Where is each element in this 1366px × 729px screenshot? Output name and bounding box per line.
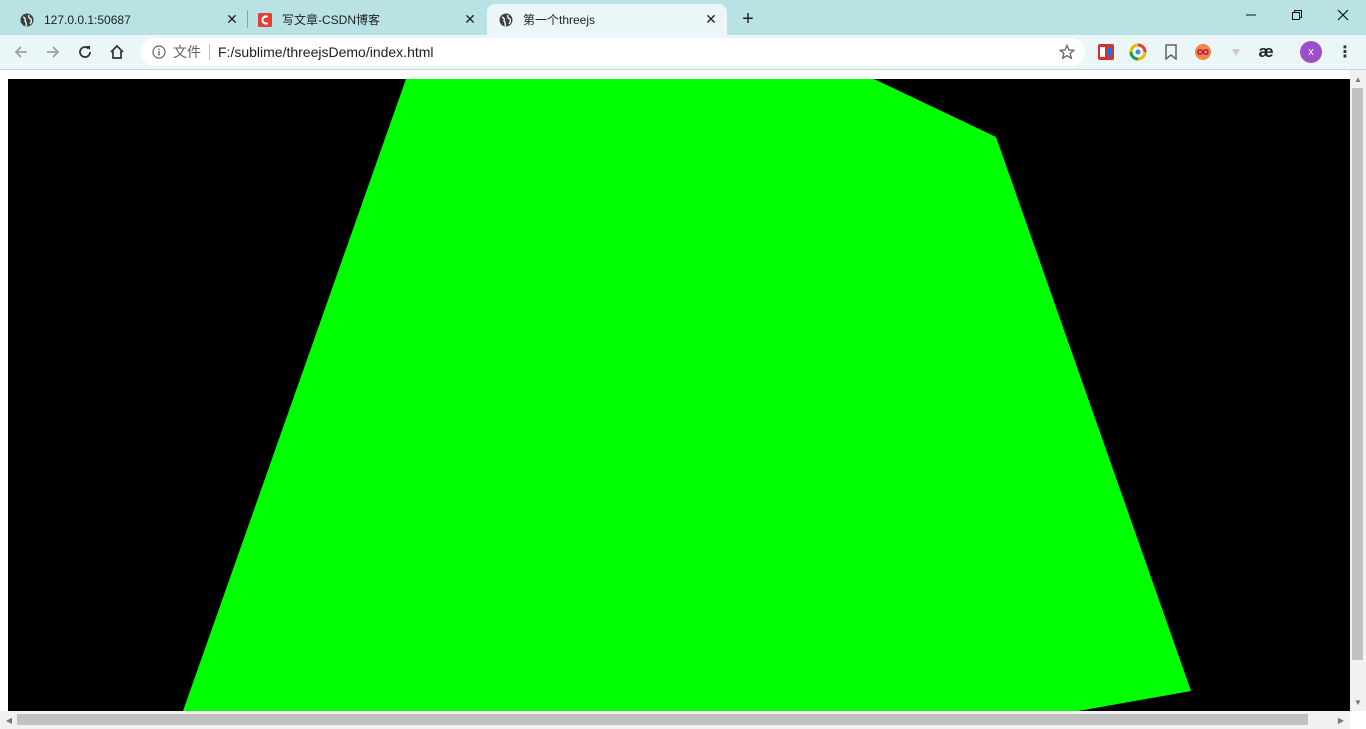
scroll-up-icon[interactable]: ▲ [1351, 72, 1365, 86]
color-wheel-icon[interactable] [1129, 43, 1147, 61]
tab-title: 写文章-CSDN博客 [282, 13, 380, 27]
divider [209, 44, 210, 60]
tab-csdn[interactable]: 写文章-CSDN博客 ✕ [248, 4, 486, 35]
green-cube-mesh [183, 79, 1191, 711]
horizontal-scrollbar[interactable]: ◀ ▶ [0, 711, 1350, 729]
globe-icon [20, 13, 34, 27]
arrow-left-icon [14, 46, 27, 58]
threejs-canvas[interactable] [8, 79, 1350, 711]
forward-button[interactable] [40, 39, 66, 65]
minimize-button[interactable] [1228, 0, 1274, 30]
info-icon[interactable] [151, 44, 167, 60]
horizontal-scroll-thumb[interactable] [17, 714, 1308, 725]
profile-avatar[interactable]: x [1300, 41, 1322, 63]
close-icon [1337, 9, 1349, 21]
scroll-left-icon[interactable]: ◀ [2, 713, 16, 727]
url-text[interactable]: F:/sublime/threejsDemo/index.html [218, 44, 1057, 60]
vertical-scrollbar[interactable]: ▲ ▼ [1350, 70, 1366, 711]
minimize-icon [1246, 14, 1256, 16]
new-tab-button[interactable]: + [736, 7, 760, 31]
tab-localhost[interactable]: 127.0.0.1:50687 ✕ [0, 4, 248, 35]
close-window-button[interactable] [1320, 0, 1366, 30]
tab-title: 第一个threejs [523, 13, 596, 27]
triangle-icon[interactable] [1227, 43, 1245, 61]
infinity-icon[interactable] [1194, 43, 1212, 61]
scroll-down-icon[interactable]: ▼ [1351, 695, 1365, 709]
bookmark-icon[interactable] [1162, 43, 1180, 61]
reload-button[interactable] [72, 39, 98, 65]
scroll-right-icon[interactable]: ▶ [1334, 713, 1348, 727]
fe-helper-icon[interactable] [1097, 43, 1115, 61]
browser-toolbar: 文件 F:/sublime/threejsDemo/index.html æ x… [0, 35, 1366, 70]
tab-threejs[interactable]: 第一个threejs ✕ [487, 4, 727, 35]
tab-strip: 127.0.0.1:50687 ✕ 写文章-CSDN博客 ✕ 第一个threej… [0, 0, 1366, 35]
restore-icon [1292, 10, 1302, 20]
menu-icon[interactable]: ⋮ [1335, 41, 1355, 63]
restore-button[interactable] [1274, 0, 1320, 30]
rendered-scene [183, 79, 1191, 711]
close-icon[interactable]: ✕ [703, 11, 719, 28]
star-icon[interactable] [1057, 42, 1077, 62]
back-button[interactable] [8, 39, 34, 65]
address-bar[interactable]: 文件 F:/sublime/threejsDemo/index.html [141, 38, 1085, 66]
home-icon [110, 44, 124, 59]
url-scheme-label: 文件 [173, 44, 201, 60]
tab-title: 127.0.0.1:50687 [44, 12, 131, 27]
close-icon[interactable]: ✕ [462, 11, 478, 28]
reload-icon [79, 46, 91, 58]
home-button[interactable] [104, 39, 130, 65]
page-viewport: ▲ ▼ ◀ ▶ [0, 70, 1366, 729]
close-icon[interactable]: ✕ [224, 11, 240, 28]
globe-icon [499, 13, 513, 27]
ae-icon[interactable]: æ [1257, 42, 1275, 61]
vertical-scroll-thumb[interactable] [1352, 88, 1363, 660]
arrow-right-icon [47, 46, 60, 58]
csdn-logo-icon [258, 12, 272, 27]
